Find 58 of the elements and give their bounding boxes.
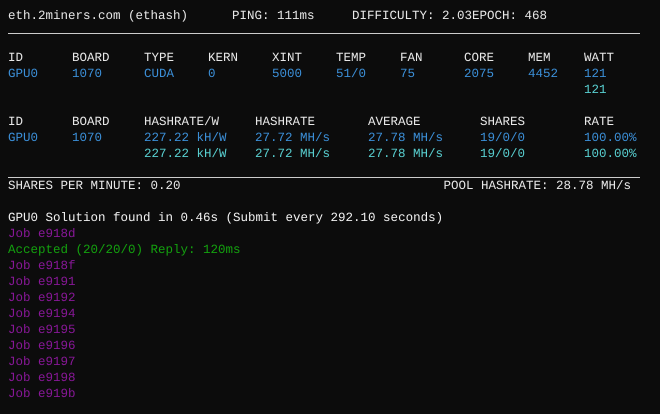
table-cell: 5000 <box>272 66 302 82</box>
log-line: GPU0 Solution found in 0.46s (Submit every 292.10 seconds) <box>8 210 444 226</box>
log-line: Job e918f <box>8 258 77 274</box>
column-header: SHARES <box>480 114 526 130</box>
table-cell: 27.78 MH/s <box>368 146 444 162</box>
log-line: Job e9192 <box>8 290 77 306</box>
table-cell: 1070 <box>72 66 102 82</box>
table-cell: 4452 <box>528 66 558 82</box>
table-cell: 27.72 MH/s <box>255 130 330 146</box>
table-cell: 0 <box>208 66 216 82</box>
table-cell: 51/0 <box>336 66 366 82</box>
column-header: MEM <box>528 50 551 66</box>
shares-per-minute: SHARES PER MINUTE: 0.20 <box>8 178 181 194</box>
table-cell: 19/0/0 <box>480 130 526 146</box>
table-cell: 100.00% <box>584 146 637 162</box>
table-cell: CUDA <box>144 66 174 82</box>
column-header: TEMP <box>336 50 366 66</box>
table-cell: 75 <box>400 66 416 82</box>
table-cell: 27.78 MH/s <box>368 130 444 146</box>
log-line: Job e9197 <box>8 354 77 370</box>
log-line: Job e9195 <box>8 322 77 338</box>
column-header: ID <box>8 114 24 130</box>
pool-hashrate: POOL HASHRATE: 28.78 MH/s <box>443 178 631 194</box>
column-header: KERN <box>208 50 238 66</box>
status-text: EPOCH: 468 <box>472 8 548 24</box>
status-text: eth.2miners.com (ethash) <box>8 8 190 24</box>
status-text: PING: 111ms <box>232 8 316 24</box>
log-line: Accepted (20/20/0) Reply: 120ms <box>8 242 242 258</box>
log-line: Job e9191 <box>8 274 77 290</box>
log-line: Job e9196 <box>8 338 77 354</box>
column-header: WATT <box>584 50 614 66</box>
table-cell: 19/0/0 <box>480 146 526 162</box>
column-header: AVERAGE <box>368 114 421 130</box>
column-header: RATE <box>584 114 614 130</box>
column-header: FAN <box>400 50 423 66</box>
table-cell: 27.72 MH/s <box>255 146 330 162</box>
table-cell: 1070 <box>72 130 102 146</box>
table-cell: 2075 <box>464 66 494 82</box>
column-header: HASHRATE/W <box>144 114 220 130</box>
column-header: TYPE <box>144 50 174 66</box>
table-cell: 100.00% <box>584 130 637 146</box>
column-header: ID <box>8 50 24 66</box>
table-cell: 227.22 kH/W <box>144 130 227 146</box>
column-header: CORE <box>464 50 494 66</box>
table-cell: GPU0 <box>8 66 38 82</box>
column-header: XINT <box>272 50 302 66</box>
log-line: Job e9194 <box>8 306 77 322</box>
column-header: BOARD <box>72 114 110 130</box>
column-header: HASHRATE <box>255 114 316 130</box>
table-cell: 227.22 kH/W <box>144 146 227 162</box>
table-cell: GPU0 <box>8 130 38 146</box>
log-line: Job e9198 <box>8 370 77 386</box>
log-line: Job e918d <box>8 226 77 242</box>
log-line: Job e919b <box>8 386 77 402</box>
table-cell: 121 <box>584 66 607 82</box>
column-header: BOARD <box>72 50 110 66</box>
status-text: DIFFICULTY: 2.03 <box>352 8 472 24</box>
table-cell: 121 <box>584 82 607 98</box>
